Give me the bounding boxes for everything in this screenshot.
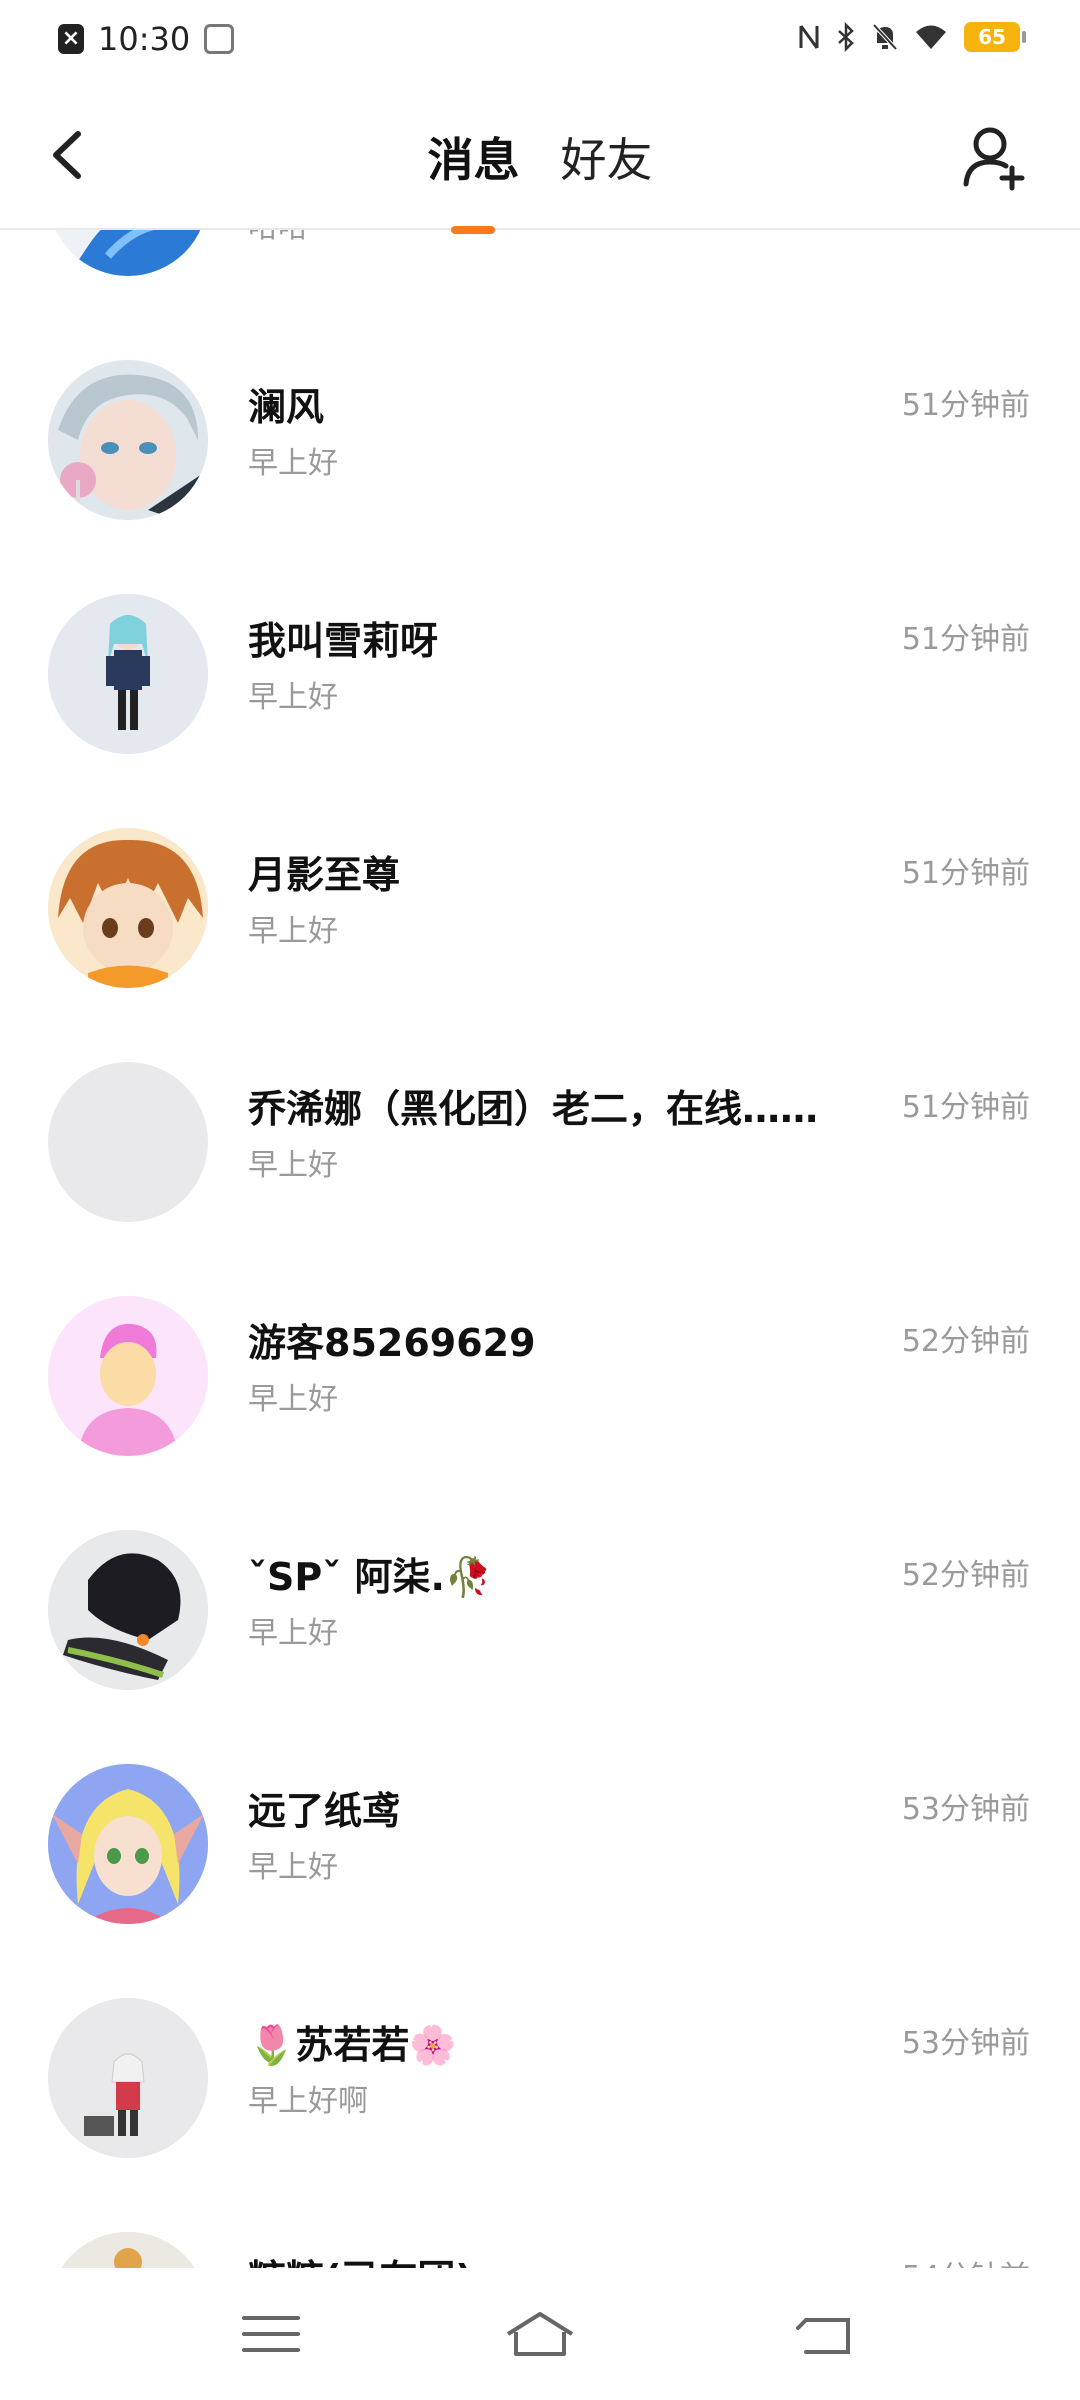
home-icon[interactable] — [500, 2306, 580, 2362]
contact-name: 我叫雪莉呀 — [248, 619, 439, 663]
list-item[interactable]: 澜风 早上好 51分钟前 — [0, 322, 1080, 556]
close-notification-icon: × — [58, 24, 84, 54]
menu-icon[interactable] — [236, 2306, 306, 2362]
contact-name: 游客85269629 — [248, 1321, 536, 1365]
timestamp: 52分钟前 — [901, 1324, 1030, 1359]
conversation-list: 哈哈 澜风 早上好 51分钟前 — [0, 0, 1080, 2268]
clock: 10:30 — [98, 20, 191, 58]
avatar — [48, 1764, 208, 1924]
message-preview: 早上好 — [248, 1148, 338, 1183]
timestamp: 51分钟前 — [901, 856, 1030, 891]
mute-bell-icon — [872, 23, 898, 51]
wifi-icon — [916, 25, 946, 49]
contact-name: 月影至尊 — [248, 853, 401, 897]
message-preview: 早上好啊 — [248, 2084, 368, 2119]
timestamp: 54分钟前 — [902, 2252, 1030, 2268]
message-preview: 早上好 — [248, 914, 338, 949]
avatar — [48, 1998, 208, 2158]
status-bar: × 10:30 65 — [0, 0, 1080, 80]
message-preview: 早上好 — [248, 1850, 338, 1885]
top-header: 消息 好友 — [0, 80, 1080, 234]
avatar — [48, 1296, 208, 1456]
list-item[interactable]: 远了纸鸢 早上好 53分钟前 — [0, 1726, 1080, 1960]
app-notification-icon — [204, 24, 235, 54]
message-preview: 早上好 — [248, 1382, 338, 1417]
timestamp: 52分钟前 — [901, 1558, 1030, 1593]
back-nav-icon[interactable] — [790, 2306, 860, 2362]
add-friend-icon[interactable] — [960, 122, 1030, 192]
message-preview: 早上好 — [248, 1616, 338, 1651]
message-preview: 早上好 — [248, 446, 338, 481]
avatar — [48, 828, 208, 988]
avatar — [48, 2232, 208, 2268]
tab-bar: 消息 好友 — [0, 124, 1080, 234]
list-item[interactable]: 糖糖(已有团) 54分钟前 — [0, 2194, 1080, 2268]
avatar — [48, 1062, 208, 1222]
contact-name: 澜风 — [248, 385, 325, 429]
timestamp: 51分钟前 — [901, 622, 1030, 657]
status-right: 65 — [798, 22, 1026, 52]
timestamp: 53分钟前 — [901, 1792, 1030, 1827]
list-item[interactable]: 游客85269629 早上好 52分钟前 — [0, 1258, 1080, 1492]
list-item[interactable]: 🌷苏若若🌸 早上好啊 53分钟前 — [0, 1960, 1080, 2194]
avatar — [48, 360, 208, 520]
system-nav-bar — [0, 2268, 1080, 2400]
message-preview: 早上好 — [248, 680, 338, 715]
list-item[interactable]: 我叫雪莉呀 早上好 51分钟前 — [0, 556, 1080, 790]
list-item[interactable]: 乔浠娜（黑化团）老二，在线…… 早上好 51分钟前 — [0, 1024, 1080, 1258]
battery-icon: 65 — [964, 22, 1026, 52]
contact-name: ˇSPˇ 阿柒.🥀 — [248, 1555, 493, 1599]
contact-name: 🌷苏若若🌸 — [248, 2023, 457, 2067]
avatar — [48, 1530, 208, 1690]
avatar — [48, 594, 208, 754]
timestamp: 53分钟前 — [901, 2026, 1030, 2061]
timestamp: 51分钟前 — [901, 1090, 1030, 1125]
contact-name: 糖糖(已有团) — [248, 2248, 473, 2268]
tab-messages-label: 消息 — [427, 133, 520, 187]
timestamp: 51分钟前 — [901, 388, 1030, 423]
contact-name: 乔浠娜（黑化团）老二，在线…… — [248, 1087, 819, 1131]
list-item[interactable]: ˇSPˇ 阿柒.🥀 早上好 52分钟前 — [0, 1492, 1080, 1726]
list-item[interactable]: 月影至尊 早上好 51分钟前 — [0, 790, 1080, 1024]
tab-friends-label: 好友 — [560, 133, 653, 187]
active-tab-indicator — [451, 226, 496, 234]
status-left: × 10:30 — [58, 20, 235, 58]
bluetooth-icon — [838, 22, 854, 52]
nfc-icon — [799, 25, 819, 49]
tab-friends[interactable]: 好友 — [561, 124, 653, 190]
contact-name: 远了纸鸢 — [248, 1789, 401, 1833]
tab-messages[interactable]: 消息 — [427, 124, 520, 234]
